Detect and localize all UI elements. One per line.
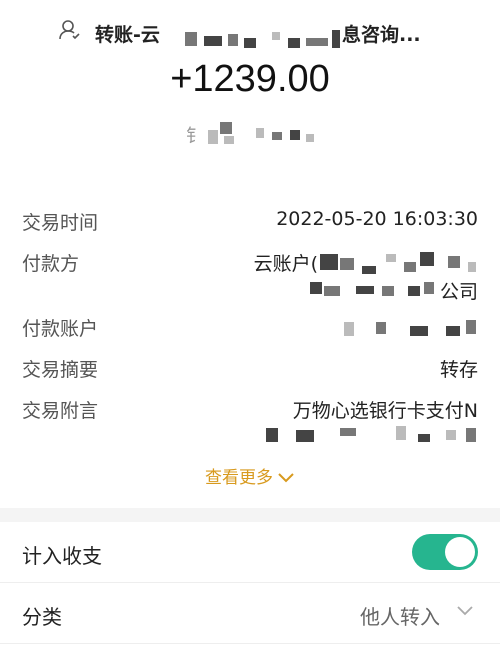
header-suffix: 息咨询...: [342, 24, 421, 46]
row-transaction-time: 交易时间 2022-05-20 16:03:30: [0, 208, 500, 240]
value-payer-line2: 公司: [439, 281, 478, 303]
value-category: 他人转入: [360, 605, 440, 629]
row-summary: 交易摘要 转存: [0, 355, 500, 387]
value-note: 万物心选银行卡支付N: [292, 400, 478, 422]
payee-name: 钅: [186, 126, 204, 147]
chevron-down-icon: [457, 606, 473, 616]
setting-category[interactable]: 分类 他人转入: [0, 583, 500, 644]
setting-count-in: 计入收支: [0, 522, 500, 583]
toggle-knob: [445, 537, 475, 567]
value-payer: 云账户(: [253, 253, 318, 275]
label-category: 分类: [22, 605, 62, 629]
transaction-amount: +1239.00: [170, 58, 330, 100]
count-in-toggle[interactable]: [412, 534, 478, 570]
header-title: 转账-云: [95, 24, 160, 46]
label-payer: 付款方: [22, 253, 80, 275]
value-transaction-time: 2022-05-20 16:03:30: [276, 208, 478, 230]
user-icon: [59, 20, 80, 40]
label-note: 交易附言: [22, 400, 99, 422]
chevron-down-icon: [278, 473, 294, 483]
label-payer-account: 付款账户: [22, 318, 99, 340]
value-summary: 转存: [439, 359, 478, 381]
section-divider: [0, 508, 500, 522]
label-transaction-time: 交易时间: [22, 212, 99, 234]
label-summary: 交易摘要: [22, 359, 99, 381]
header: 转账-云 息咨询...: [0, 14, 500, 48]
view-more-link[interactable]: 查看更多: [0, 463, 500, 488]
view-more-label: 查看更多: [205, 468, 273, 488]
label-count-in: 计入收支: [22, 544, 102, 568]
